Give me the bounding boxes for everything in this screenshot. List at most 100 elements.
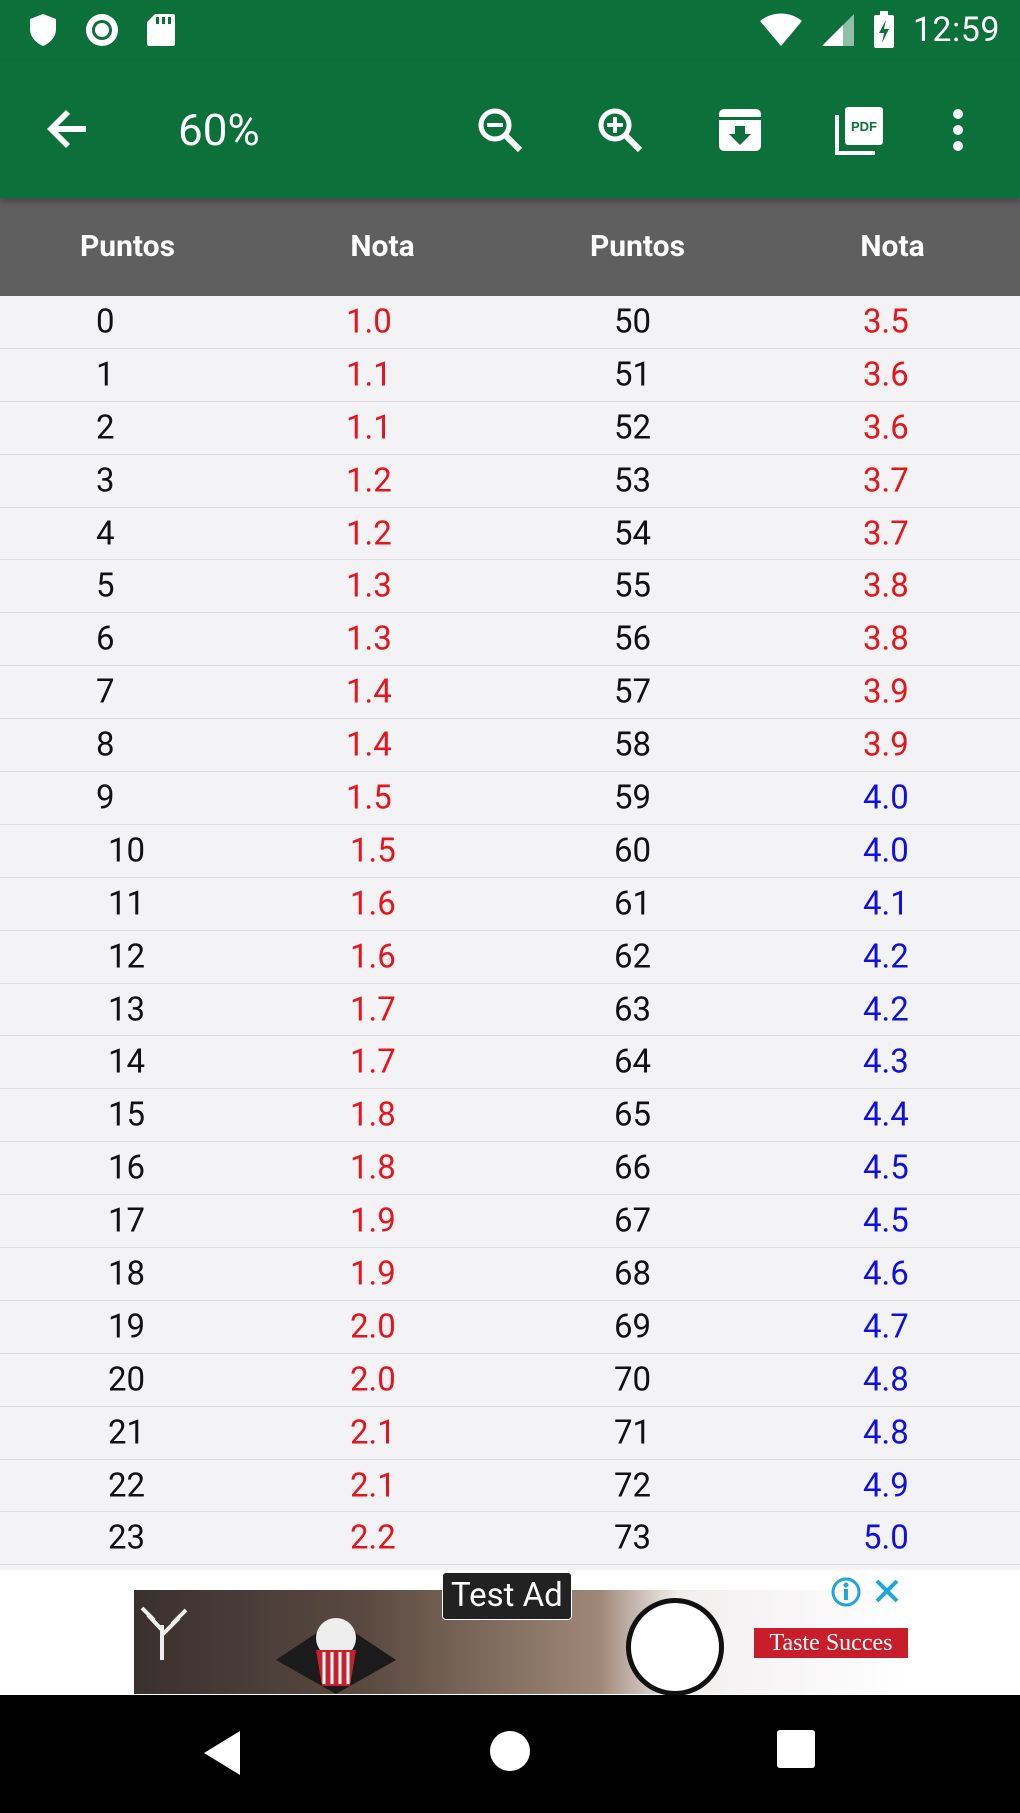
puntos-cell: 13 [108, 990, 146, 1030]
table-row: 11 1.6 61 4.1 [0, 877, 1020, 931]
puntos-cell: 56 [614, 619, 652, 659]
puntos-cell: 21 [108, 1413, 146, 1453]
nota-cell: 3.6 [863, 355, 909, 395]
back-arrow-icon[interactable] [44, 104, 94, 154]
puntos-cell: 10 [108, 831, 146, 871]
zoom-out-icon [478, 108, 523, 153]
nota-cell: 4.5 [863, 1148, 909, 1188]
puntos-cell: 73 [614, 1518, 652, 1558]
puntos-cell: 2 [96, 408, 115, 448]
nota-cell: 3.9 [863, 725, 909, 765]
zoom-in-button[interactable] [592, 102, 648, 158]
puntos-cell: 20 [108, 1360, 146, 1400]
table-row: 10 1.5 60 4.0 [0, 824, 1020, 878]
table-row: 15 1.8 65 4.4 [0, 1089, 1020, 1143]
pdf-icon: PDF [835, 107, 883, 155]
archive-download-icon [719, 109, 761, 151]
puntos-cell: 50 [614, 302, 652, 342]
test-ad-label: Test Ad [442, 1572, 572, 1620]
nota-cell: 4.8 [863, 1413, 909, 1453]
table-row: 22 2.1 72 4.9 [0, 1459, 1020, 1513]
table-row: 16 1.8 66 4.5 [0, 1142, 1020, 1196]
nav-recents-icon[interactable] [776, 1729, 816, 1769]
nota-cell: 4.0 [863, 778, 909, 818]
nota-cell: 1.7 [350, 990, 396, 1030]
nota-cell: 2.2 [350, 1518, 396, 1558]
nota-cell: 4.4 [863, 1095, 909, 1135]
nota-cell: 1.4 [346, 672, 392, 712]
nota-cell: 4.3 [863, 1042, 909, 1082]
nota-cell: 3.9 [863, 672, 909, 712]
puntos-cell: 51 [614, 355, 652, 395]
puntos-cell: 55 [614, 566, 652, 606]
table-row: 23 2.2 73 5.0 [0, 1512, 1020, 1566]
nota-cell: 4.2 [863, 990, 909, 1030]
puntos-cell: 18 [108, 1254, 146, 1294]
nota-cell: 5.0 [863, 1518, 909, 1558]
puntos-cell: 57 [614, 672, 652, 712]
battery-charging-icon [873, 11, 894, 48]
nota-cell: 1.1 [346, 408, 392, 448]
shield-icon [30, 14, 56, 46]
nota-cell: 1.4 [346, 725, 392, 765]
download-button[interactable] [712, 102, 768, 158]
zoom-out-button[interactable] [472, 102, 528, 158]
wifi-icon [759, 13, 802, 46]
puntos-cell: 63 [614, 990, 652, 1030]
ad-banner[interactable]: Test Ad Taste Succes [0, 1570, 1020, 1696]
ad-brand-text: Taste Succes [754, 1628, 908, 1658]
puntos-cell: 70 [614, 1360, 652, 1400]
puntos-cell: 67 [614, 1201, 652, 1241]
puntos-cell: 19 [108, 1307, 146, 1347]
puntos-cell: 59 [614, 778, 652, 818]
puntos-cell: 54 [614, 514, 652, 553]
overflow-menu-button[interactable] [938, 102, 978, 158]
nota-cell: 3.8 [863, 566, 909, 606]
nota-cell: 4.9 [863, 1466, 909, 1506]
puntos-cell: 69 [614, 1307, 652, 1347]
table-row: 0 1.0 50 3.5 [0, 296, 1020, 349]
puntos-cell: 71 [614, 1413, 652, 1453]
nav-back-icon[interactable] [202, 1729, 242, 1777]
table-row: 17 1.9 67 4.5 [0, 1195, 1020, 1249]
nota-cell: 4.6 [863, 1254, 909, 1294]
nota-cell: 1.6 [350, 937, 396, 977]
pdf-export-button[interactable]: PDF [832, 102, 888, 158]
signal-icon [821, 14, 854, 46]
puntos-cell: 60 [614, 831, 652, 871]
ad-close-icon[interactable] [872, 1576, 902, 1606]
nota-cell: 1.3 [346, 566, 392, 606]
puntos-cell: 9 [96, 778, 115, 818]
puntos-cell: 7 [96, 672, 115, 712]
puntos-cell: 8 [96, 725, 115, 765]
ad-info-icon[interactable] [830, 1576, 862, 1608]
puntos-cell: 6 [96, 619, 115, 659]
puntos-cell: 17 [108, 1201, 146, 1241]
zoom-in-icon [598, 108, 643, 153]
nota-cell: 4.5 [863, 1201, 909, 1241]
table-row: 3 1.2 53 3.7 [0, 454, 1020, 508]
header-puntos-2: Puntos [589, 229, 686, 264]
puntos-cell: 0 [96, 302, 115, 342]
nav-home-icon[interactable] [488, 1729, 532, 1773]
puntos-cell: 15 [108, 1095, 146, 1135]
table-row: 2 1.1 52 3.6 [0, 401, 1020, 455]
table-row: 6 1.3 56 3.8 [0, 613, 1020, 667]
puntos-cell: 53 [614, 461, 652, 501]
table-row: 21 2.1 71 4.8 [0, 1406, 1020, 1460]
puntos-cell: 16 [108, 1148, 146, 1188]
table-body[interactable]: 0 1.0 50 3.5 1 1.1 51 3.6 2 1.1 52 3.6 3 1.2 53 3.7 4 1.2… [0, 296, 1020, 1570]
status-bar: 12:59 [0, 0, 1020, 62]
puntos-cell: 4 [96, 514, 115, 553]
clock: 12:59 [912, 10, 1000, 50]
table-header: Puntos Nota Puntos Nota [0, 198, 1020, 296]
table-row: 19 2.0 69 4.7 [0, 1300, 1020, 1354]
college-seal-logo [626, 1598, 724, 1696]
puntos-cell: 3 [96, 461, 115, 501]
table-row: 13 1.7 63 4.2 [0, 983, 1020, 1037]
puntos-cell: 61 [614, 884, 652, 924]
nota-cell: 3.8 [863, 619, 909, 659]
nota-cell: 2.1 [350, 1466, 396, 1506]
puntos-cell: 66 [614, 1148, 652, 1188]
nota-cell: 1.1 [346, 355, 392, 395]
